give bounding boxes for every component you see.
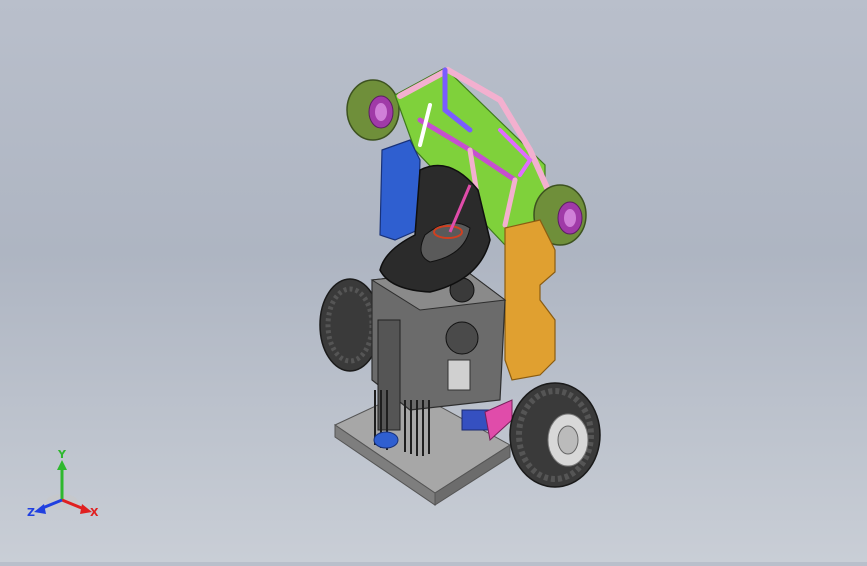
fuel-tank — [504, 219, 556, 381]
z-axis-label: Z — [27, 506, 35, 519]
y-axis-label: Y — [57, 448, 67, 461]
rear-left-wheel — [346, 79, 400, 141]
x-axis-label: X — [90, 506, 99, 519]
front-right-wheel — [509, 382, 601, 488]
cad-model[interactable] — [0, 0, 867, 562]
graphics-viewport[interactable] — [0, 0, 867, 562]
view-orientation-triad[interactable]: Y Z X — [24, 446, 104, 526]
side-pod — [379, 139, 421, 241]
front-left-wheel — [319, 278, 381, 372]
